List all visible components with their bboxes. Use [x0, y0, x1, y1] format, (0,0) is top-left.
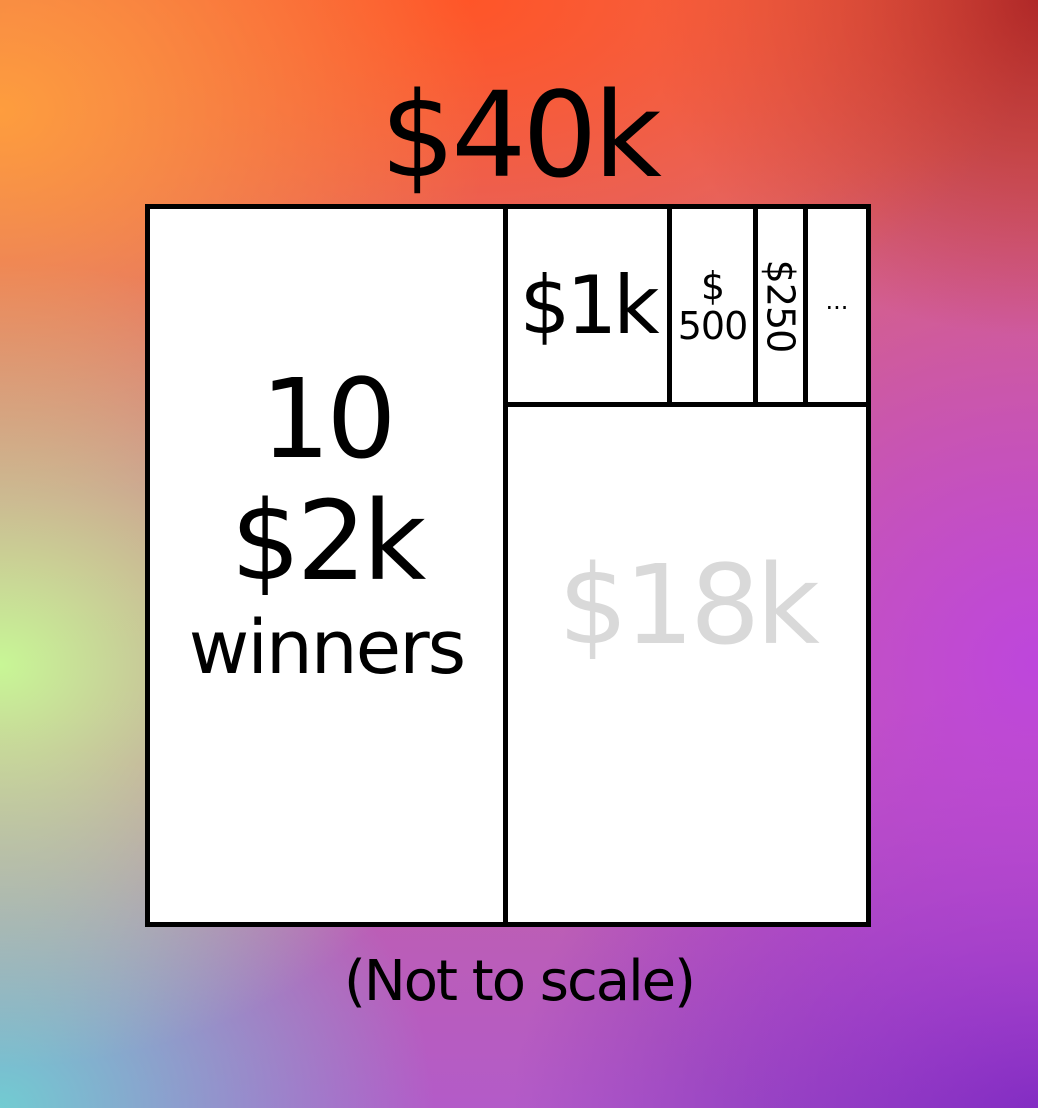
prize-250-label: $250 [758, 259, 803, 352]
prize-1k-label: $1k [519, 259, 659, 352]
winners-block: 10 $2k winners [150, 209, 508, 922]
prize-breakdown-diagram: 10 $2k winners $1k $ 500 $250 ... $18k [145, 204, 871, 927]
prize-500-block: $ 500 [672, 209, 758, 402]
ellipsis-label: ... [825, 286, 849, 315]
winners-text-stack: 10 $2k winners [188, 354, 466, 691]
winners-count: 10 [260, 354, 397, 483]
remaining-amount-block: $18k [508, 407, 866, 922]
prize-500-symbol: $ [700, 263, 725, 308]
prize-500-stack: $ 500 [677, 263, 749, 348]
prize-500-amount: 500 [677, 303, 749, 348]
prize-1k-block: $1k [508, 209, 672, 402]
not-to-scale-note: (Not to scale) [344, 949, 696, 1014]
total-prize-pool: $40k [380, 66, 662, 204]
more-prizes-block: ... [808, 209, 866, 402]
prize-250-block: $250 [758, 209, 808, 402]
remaining-amount-label: $18k [558, 540, 820, 669]
small-prizes-row: $1k $ 500 $250 ... [508, 209, 866, 407]
winners-prize-amount: $2k [230, 476, 427, 605]
winners-label: winners [188, 604, 466, 691]
